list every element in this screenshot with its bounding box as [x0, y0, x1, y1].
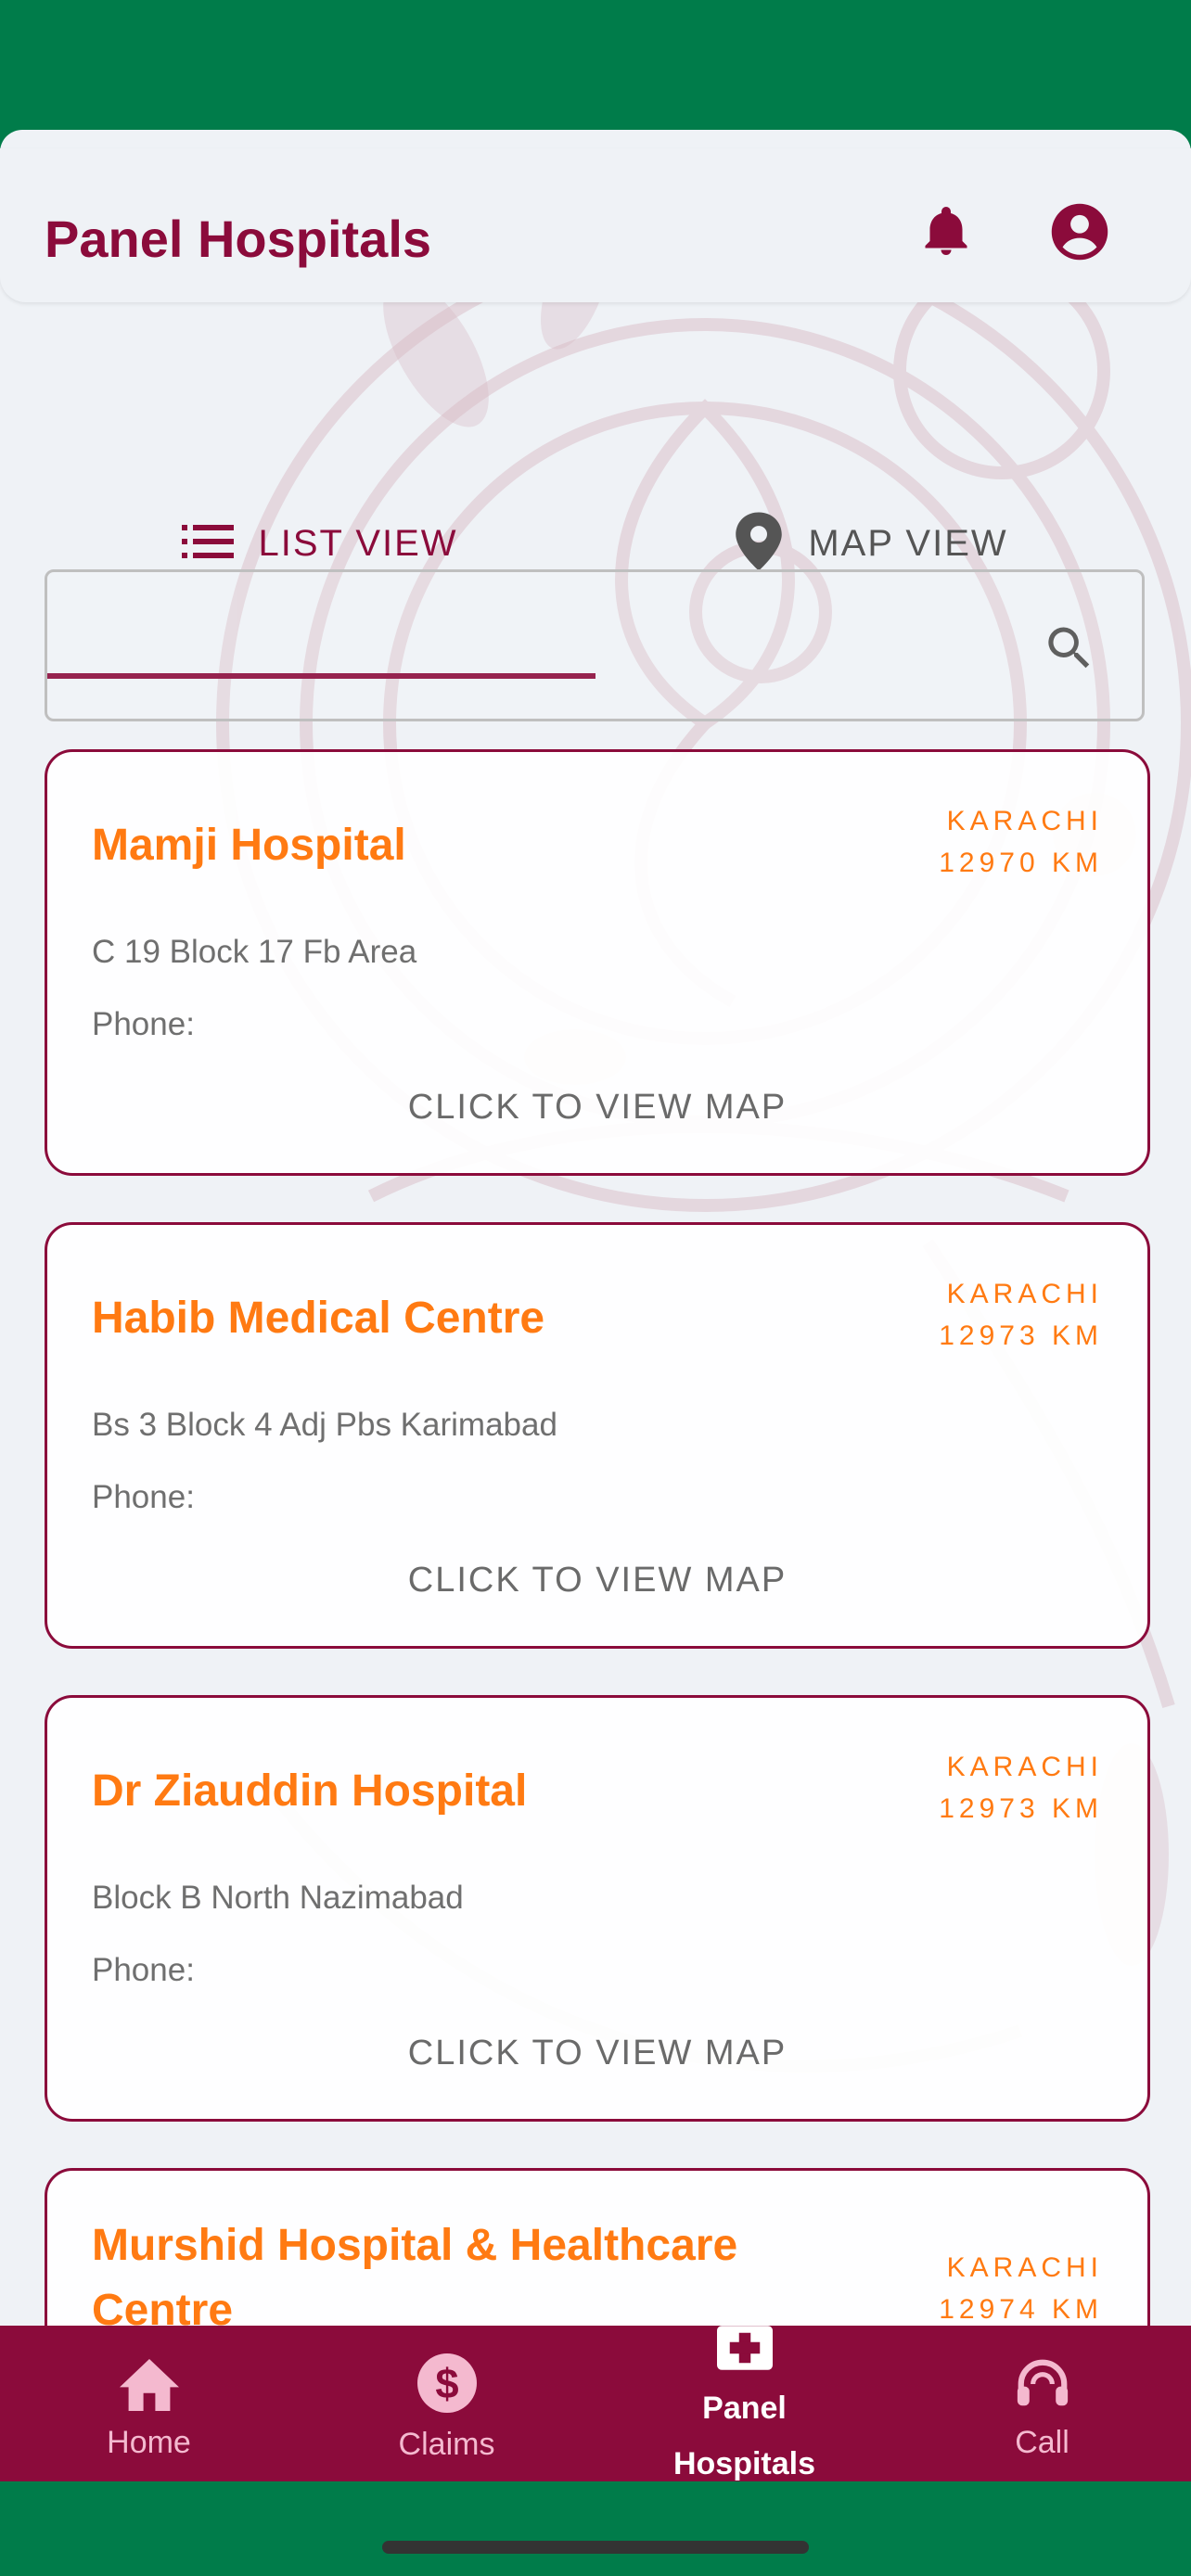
hospital-city: KARACHI [946, 1752, 1103, 1782]
account-avatar-icon[interactable] [1048, 200, 1111, 263]
hospital-name: Habib Medical Centre [92, 1294, 545, 1343]
hospital-location: KARACHI 12973 KM [939, 1273, 1103, 1357]
medical-cross-icon [716, 2326, 773, 2375]
nav-label: Claims [398, 2427, 495, 2462]
view-map-link[interactable]: CLICK TO VIEW MAP [47, 1561, 1147, 1600]
hospital-distance: 12974 KM [939, 2294, 1103, 2325]
hospital-name: Murshid Hospital & Healthcare Centre [92, 2221, 738, 2326]
view-map-link[interactable]: CLICK TO VIEW MAP [47, 1088, 1147, 1128]
search-box [45, 569, 1145, 721]
bottom-navigation: Home $ Claims Panel Hospitals Call [0, 2326, 1191, 2481]
nav-item-home[interactable]: Home [0, 2326, 298, 2481]
search-icon[interactable] [1042, 620, 1097, 681]
notification-bell-icon[interactable] [915, 200, 978, 263]
hospital-distance: 12970 KM [939, 848, 1103, 878]
view-map-link[interactable]: CLICK TO VIEW MAP [47, 2034, 1147, 2073]
system-gesture-area [0, 2481, 1191, 2576]
home-indicator[interactable] [382, 2541, 809, 2554]
hospital-card[interactable]: Murshid Hospital & Healthcare Centre KAR… [45, 2168, 1150, 2326]
hospital-phone: Phone: [92, 1952, 195, 1988]
tab-label: MAP VIEW [808, 522, 1008, 564]
tab-label: LIST VIEW [258, 522, 458, 564]
status-bar [0, 0, 1191, 148]
hospital-address: Bs 3 Block 4 Adj Pbs Karimabad [92, 1407, 557, 1443]
nav-label: Home [107, 2425, 191, 2460]
headset-icon [1014, 2357, 1071, 2416]
hospital-address: C 19 Block 17 Fb Area [92, 934, 417, 970]
hospital-city: KARACHI [946, 806, 1103, 836]
map-pin-icon [734, 512, 784, 576]
svg-text:$: $ [435, 2360, 458, 2407]
hospital-location: KARACHI 12973 KM [939, 1746, 1103, 1830]
nav-label: Call [1015, 2425, 1069, 2460]
app-content: Panel Hospitals LIST VIEW MAP VIEW Mamji… [0, 130, 1191, 2326]
hospital-distance: 12973 KM [939, 1793, 1103, 1824]
hospital-city: KARACHI [946, 1279, 1103, 1309]
hospital-card[interactable]: Mamji Hospital KARACHI 12970 KM C 19 Blo… [45, 749, 1150, 1176]
nav-label: Panel Hospitals [672, 2391, 816, 2481]
dollar-icon: $ [416, 2353, 477, 2417]
search-input[interactable] [70, 600, 1001, 695]
nav-item-call[interactable]: Call [893, 2326, 1191, 2481]
app-header: Panel Hospitals [0, 148, 1191, 302]
nav-item-panel-hospitals[interactable]: Panel Hospitals [596, 2326, 893, 2481]
hospital-card[interactable]: Dr Ziauddin Hospital KARACHI 12973 KM Bl… [45, 1695, 1150, 2122]
hospital-name: Dr Ziauddin Hospital [92, 1766, 528, 1816]
home-icon [119, 2359, 179, 2416]
hospital-phone: Phone: [92, 1006, 195, 1042]
hospital-city: KARACHI [946, 2252, 1103, 2283]
hospital-name: Mamji Hospital [92, 821, 406, 870]
list-icon [182, 524, 235, 563]
hospital-location: KARACHI 12974 KM [939, 2247, 1103, 2326]
hospital-distance: 12973 KM [939, 1320, 1103, 1351]
hospital-phone: Phone: [92, 1479, 195, 1515]
hospital-location: KARACHI 12970 KM [939, 800, 1103, 884]
nav-item-claims[interactable]: $ Claims [298, 2326, 596, 2481]
hospital-card[interactable]: Habib Medical Centre KARACHI 12973 KM Bs… [45, 1222, 1150, 1649]
page-title: Panel Hospitals [45, 210, 432, 268]
hospital-address: Block B North Nazimabad [92, 1880, 464, 1916]
